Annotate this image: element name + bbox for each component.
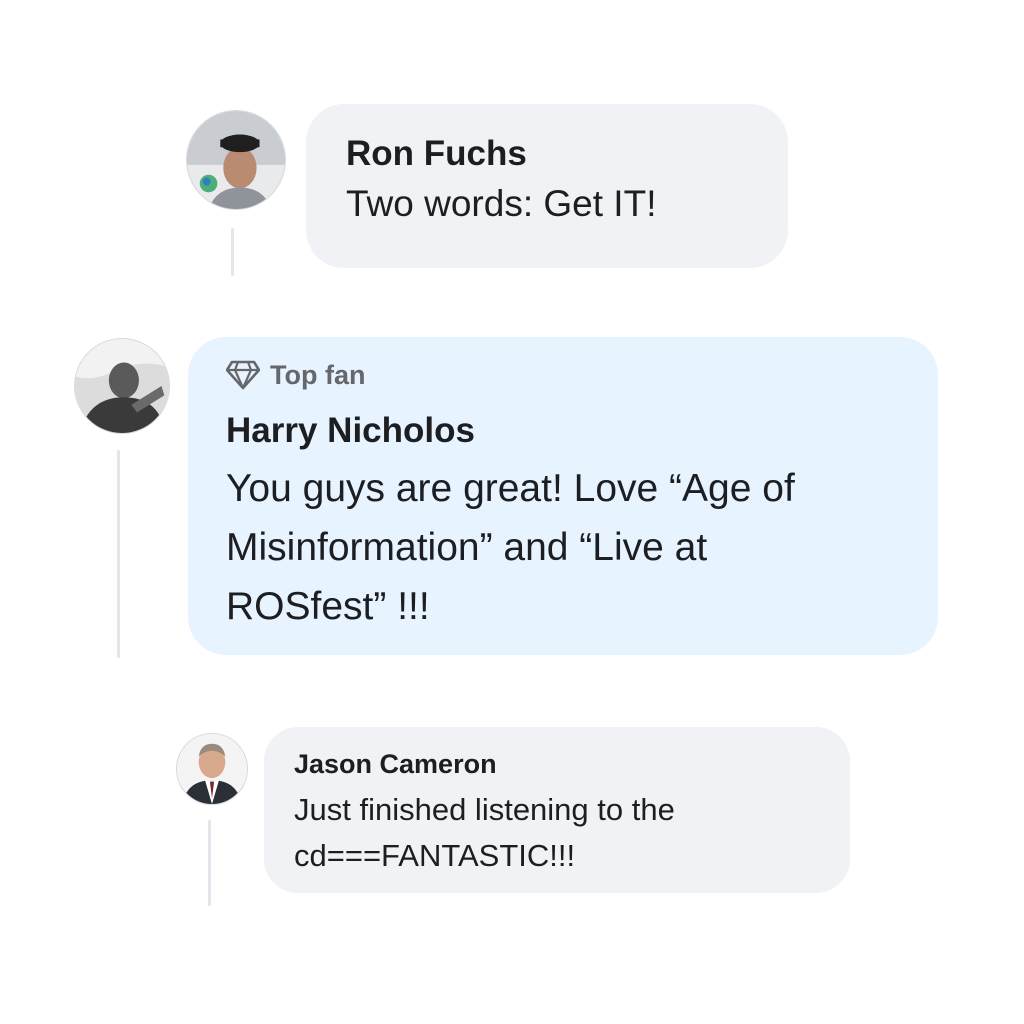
comment-text-line: cd===FANTASTIC!!! (294, 838, 576, 873)
comment-text-line: Just finished listening to the (294, 792, 675, 827)
avatar-ron-fuchs[interactable] (186, 110, 286, 210)
comment-text-line: You guys are great! Love “Age of (226, 467, 795, 510)
comment-author[interactable]: Harry Nicholos (226, 407, 898, 455)
comment-text: Two words: Get IT! (346, 183, 657, 224)
comment-author[interactable]: Jason Cameron (294, 745, 820, 783)
thread-line (117, 450, 120, 658)
badge-label: Top fan (270, 360, 366, 390)
diamond-icon (226, 360, 260, 390)
comment-text-line: Misinformation” and “Live at (226, 526, 708, 569)
comment-text-line: ROSfest” !!! (226, 585, 430, 628)
comment-bubble-harry-nicholos[interactable]: Top fan Harry Nicholos You guys are grea… (188, 337, 938, 655)
avatar-photo-icon (187, 111, 285, 209)
avatar-jason-cameron[interactable] (176, 733, 248, 805)
thread-line (208, 820, 211, 906)
avatar-photo-icon (75, 339, 169, 433)
thread-line (231, 228, 234, 276)
top-fan-badge: Top fan (226, 357, 898, 393)
avatar-photo-icon (177, 734, 247, 804)
comment-author[interactable]: Ron Fuchs (346, 132, 748, 176)
comment-bubble-jason-cameron[interactable]: Jason Cameron Just finished listening to… (264, 727, 850, 893)
comment-bubble-ron-fuchs[interactable]: Ron Fuchs Two words: Get IT! (306, 104, 788, 268)
avatar-harry-nicholos[interactable] (74, 338, 170, 434)
